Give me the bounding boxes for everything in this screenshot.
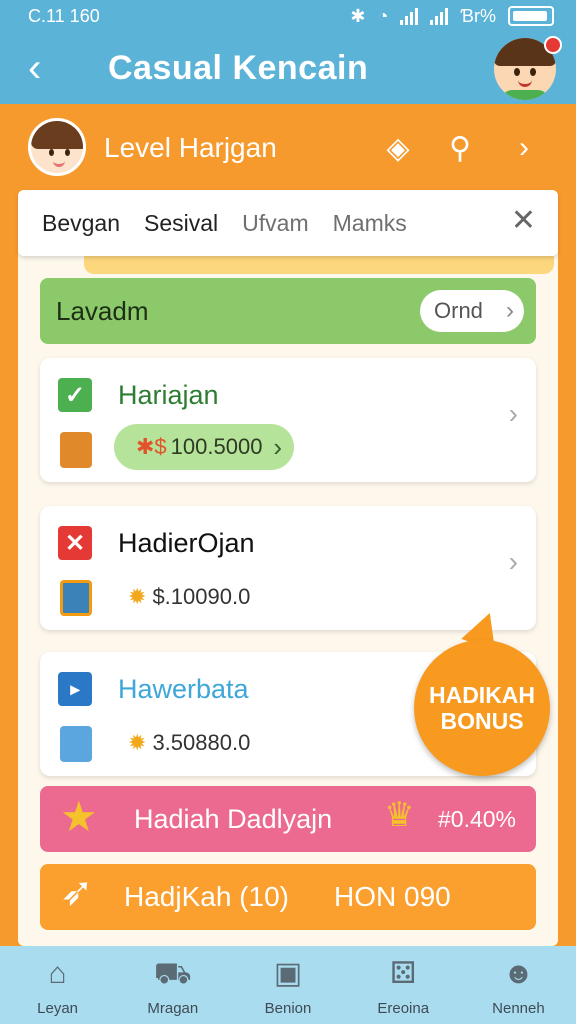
star-icon: ★ bbox=[60, 793, 98, 840]
user-avatar[interactable] bbox=[28, 118, 86, 176]
box-icon: ▣ bbox=[273, 957, 303, 990]
value-pill[interactable]: ✱$ 100.5000 › bbox=[114, 424, 294, 470]
daily-reward-label: Hadiah Dadlyajn bbox=[134, 804, 333, 834]
document-icon: ▸ bbox=[58, 672, 92, 706]
close-icon[interactable]: ✕ bbox=[511, 206, 536, 236]
level-header: Level Harjgan ◈ ⚲ › bbox=[0, 104, 576, 188]
gift-box-icon bbox=[60, 580, 92, 616]
green-banner: Lavadm Ornd › bbox=[40, 278, 536, 344]
bonus-badge[interactable]: HADIKAH BONUS bbox=[414, 640, 550, 776]
nav-item-nenneh[interactable]: ☻ Nenneh bbox=[461, 946, 576, 1024]
ornd-button[interactable]: Ornd › bbox=[420, 290, 524, 332]
tab-bevgan[interactable]: Bevgan bbox=[42, 210, 120, 237]
nav-label: Benion bbox=[264, 1000, 312, 1017]
nav-item-mragan[interactable]: ⛟ Mragan bbox=[115, 946, 230, 1024]
profile-icon: ☻ bbox=[502, 957, 535, 990]
card-title: Hariajan bbox=[118, 380, 219, 410]
status-battery-text: Ɓr% bbox=[460, 5, 496, 26]
cart-icon: ⛟ bbox=[153, 957, 192, 990]
sun-icon: ✹ bbox=[128, 730, 147, 755]
app-bar: ‹ Casual Kencain bbox=[0, 32, 576, 104]
chevron-right-icon[interactable]: › bbox=[509, 546, 518, 578]
claim-label: HadjKah (10) bbox=[124, 881, 289, 912]
cross-icon: ✕ bbox=[58, 526, 92, 560]
status-icons: ✱ ◔ Ɓr% bbox=[350, 6, 554, 27]
notification-dot bbox=[544, 36, 562, 54]
card-value: 100.5000 bbox=[170, 434, 263, 459]
chevron-right-icon[interactable]: › bbox=[509, 398, 518, 430]
bell-icon: ♛ bbox=[384, 796, 415, 834]
app-title: Casual Kencain bbox=[108, 48, 369, 87]
badge-line-1: HADIKAH bbox=[428, 681, 536, 708]
nav-item-ereoina[interactable]: ⚄ Ereoina bbox=[346, 946, 461, 1024]
rocket-icon: ➶ bbox=[60, 870, 94, 914]
nav-label: Mragan bbox=[147, 1000, 199, 1017]
signal-icon bbox=[400, 7, 419, 25]
reward-card-2[interactable]: ✕ HadierOjan › ✹ $.10090.0 bbox=[40, 506, 536, 630]
status-time: C.11 160 bbox=[28, 5, 100, 26]
chevron-right-icon: › bbox=[273, 432, 282, 462]
tab-mamks[interactable]: Mamks bbox=[333, 210, 407, 237]
bluetooth-icon: ✱ bbox=[350, 5, 366, 26]
nav-label: Leyan bbox=[37, 1000, 79, 1017]
tab-bar: Bevgan Sesival Ufvam Mamks ✕ bbox=[18, 190, 558, 256]
home-icon: ⌂ bbox=[48, 957, 67, 990]
signal-icon-2 bbox=[430, 7, 449, 25]
sun-icon: ✹ bbox=[128, 584, 147, 609]
daily-reward-percent: #0.40% bbox=[437, 806, 516, 832]
clipboard-icon bbox=[60, 726, 92, 762]
card-title: HadierOjan bbox=[118, 528, 255, 558]
back-button[interactable]: ‹ bbox=[28, 48, 68, 88]
chevron-right-icon: › bbox=[506, 297, 514, 324]
hat-icon[interactable]: ◈ bbox=[378, 128, 418, 168]
ornd-button-label: Ornd bbox=[434, 298, 483, 323]
search-icon[interactable]: ⚲ bbox=[440, 128, 480, 168]
claim-code: HON 090 bbox=[334, 881, 451, 912]
card-value: 3.50880.0 bbox=[152, 730, 251, 755]
nav-item-leyan[interactable]: ⌂ Leyan bbox=[0, 946, 115, 1024]
nav-label: Ereoina bbox=[377, 1000, 430, 1017]
card-value-row: ✹ 3.50880.0 bbox=[128, 730, 250, 756]
check-icon: ✓ bbox=[58, 378, 92, 412]
level-title: Level Harjgan bbox=[104, 132, 277, 163]
chevron-right-icon[interactable]: › bbox=[504, 128, 544, 168]
claim-button[interactable]: ➶ HadjKah (10) HON 090 bbox=[40, 864, 536, 930]
tab-underglow bbox=[84, 256, 554, 274]
reward-card-1[interactable]: ✓ Hariajan › ✱$ 100.5000 › bbox=[40, 358, 536, 482]
card-value: $.10090.0 bbox=[152, 584, 251, 609]
value-prefix: ✱$ bbox=[136, 434, 167, 459]
badge-line-2: BONUS bbox=[440, 708, 524, 734]
daily-reward-bar[interactable]: ★ Hadiah Dadlyajn ♛ #0.40% bbox=[40, 786, 536, 852]
status-bar: C.11 160 ✱ ◔ Ɓr% bbox=[0, 0, 576, 32]
nav-item-benion[interactable]: ▣ Benion bbox=[230, 946, 345, 1024]
battery-icon bbox=[508, 6, 554, 26]
wifi-icon: ◔ bbox=[377, 5, 389, 26]
bucket-icon bbox=[60, 432, 92, 468]
banner-label: Lavadm bbox=[56, 296, 149, 326]
tab-sesival[interactable]: Sesival bbox=[144, 210, 218, 237]
card-value-row: ✹ $.10090.0 bbox=[128, 584, 250, 610]
tab-ufvam[interactable]: Ufvam bbox=[242, 210, 308, 237]
bottom-nav: ⌂ Leyan ⛟ Mragan ▣ Benion ⚄ Ereoina ☻ Ne… bbox=[0, 946, 576, 1024]
card-title: Hawerbata bbox=[118, 674, 249, 704]
nav-label: Nenneh bbox=[492, 1000, 545, 1017]
game-icon: ⚄ bbox=[390, 957, 417, 990]
